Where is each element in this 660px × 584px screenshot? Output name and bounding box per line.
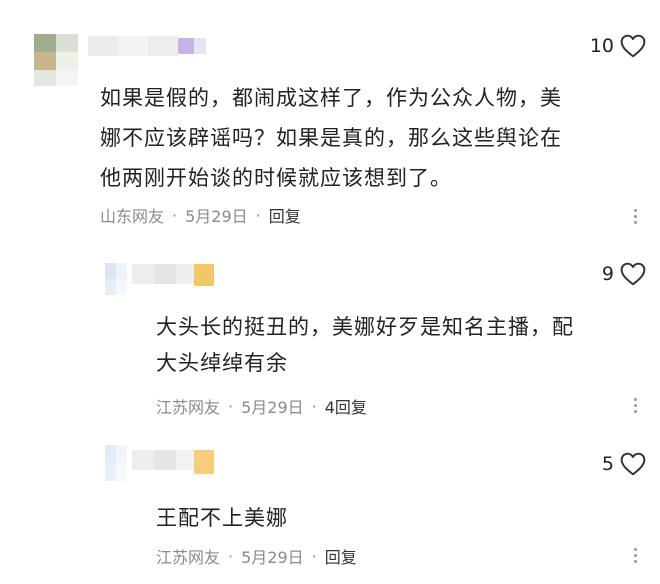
comment-text-line: 他两刚开始谈的时候就应该想到了。 <box>100 166 452 190</box>
like-count: 10 <box>589 35 614 57</box>
heart-outline-icon <box>620 452 646 476</box>
like-count: 9 <box>601 263 614 285</box>
meta-separator: · <box>228 396 234 416</box>
comment-text: 王配不上美娜 <box>156 498 626 538</box>
comment-text: 如果是假的，都闹成这样了，作为公众人物，美 娜不应该辟谣吗？如果是真的，那么这些… <box>100 78 620 198</box>
comment-meta: 山东网友 · 5月29日 · 回复 <box>100 203 301 227</box>
heart-outline-icon <box>620 262 646 286</box>
comment-text-line: 王配不上美娜 <box>156 506 288 530</box>
reply-button[interactable]: 4回复 <box>325 394 367 418</box>
reply-button[interactable]: 回复 <box>325 544 357 568</box>
comment-meta: 江苏网友 · 5月29日 · 回复 <box>156 544 357 568</box>
date: 5月29日 <box>241 398 304 417</box>
meta-separator: · <box>255 205 261 225</box>
username-redacted[interactable] <box>132 450 214 474</box>
location: 山东网友 <box>100 207 165 226</box>
date: 5月29日 <box>241 548 304 567</box>
heart-outline-icon <box>620 34 646 58</box>
like-button[interactable]: 5 <box>602 452 646 476</box>
username-redacted[interactable] <box>132 264 214 286</box>
location: 江苏网友 <box>156 398 221 417</box>
vertical-ellipsis-icon[interactable] <box>632 398 638 413</box>
username-redacted[interactable] <box>88 36 206 56</box>
comment-list: 10 如果是假的，都闹成这样了，作为公众人物，美 娜不应该辟谣吗？如果是真的，那… <box>0 0 660 584</box>
vertical-ellipsis-icon[interactable] <box>632 209 638 224</box>
comment-text-line: 如果是假的，都闹成这样了，作为公众人物，美 <box>100 86 562 110</box>
meta-separator: · <box>311 396 317 416</box>
location: 江苏网友 <box>156 548 221 567</box>
reply-button[interactable]: 回复 <box>269 203 301 227</box>
meta-separator: · <box>172 205 178 225</box>
comment-text: 大头长的挺丑的，美娜好歹是知名主播，配 大头绰绰有余 <box>156 309 626 381</box>
avatar[interactable] <box>105 263 127 295</box>
avatar[interactable] <box>105 445 127 481</box>
like-button[interactable]: 9 <box>602 262 646 286</box>
comment-text-line: 大头长的挺丑的，美娜好歹是知名主播，配 <box>156 315 574 339</box>
meta-separator: · <box>311 546 317 566</box>
avatar[interactable] <box>34 34 78 86</box>
comment-text-line: 娜不应该辟谣吗？如果是真的，那么这些舆论在 <box>100 126 562 150</box>
meta-separator: · <box>228 546 234 566</box>
date: 5月29日 <box>185 207 248 226</box>
like-button[interactable]: 10 <box>590 34 646 58</box>
vertical-ellipsis-icon[interactable] <box>632 548 638 563</box>
comment-text-line: 大头绰绰有余 <box>156 351 288 375</box>
comment-meta: 江苏网友 · 5月29日 · 4回复 <box>156 394 367 418</box>
like-count: 5 <box>601 453 614 475</box>
